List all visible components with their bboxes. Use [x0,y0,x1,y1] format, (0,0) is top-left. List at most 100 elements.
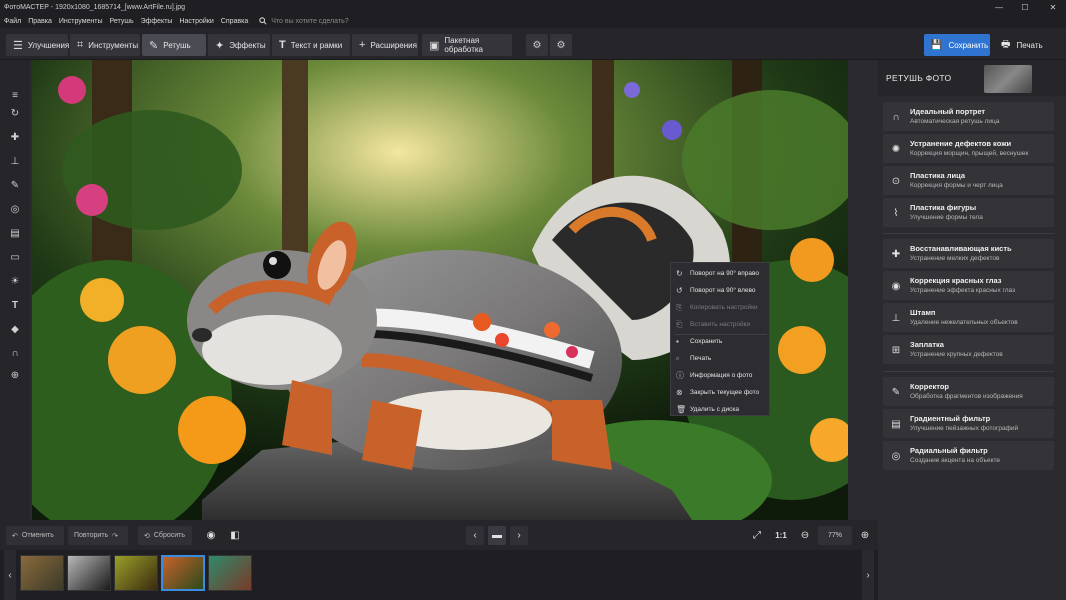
tab-extensions[interactable]: + Расширения [352,34,418,56]
next-photo-button[interactable]: › [510,526,528,545]
bandage-icon[interactable]: ✚ [6,128,24,146]
ctx-label: Вставить настройки [690,321,751,328]
ctx-save[interactable]: ▪ Сохранить [671,333,769,350]
target-icon[interactable]: ◎ [6,200,24,218]
tool-radial-filter[interactable]: ◎ Радиальный фильтр Создание акцента на … [883,441,1054,470]
ctx-print[interactable]: ▫ Печать [671,350,769,367]
tool-healing-brush[interactable]: ✚ Восстанавливающая кисть Устранение мел… [883,239,1054,268]
thumbnail-squirrel[interactable] [161,555,205,591]
tab-enhancements[interactable]: ☰ Улучшения [6,34,70,56]
fill-icon[interactable]: ◆ [6,320,24,338]
filmstrip-prev-button[interactable]: ‹ [4,550,16,600]
tool-subtitle: Устранение эффекта красных глаз [910,287,1016,294]
ratio-button[interactable]: 1:1 [772,526,790,545]
copy-icon: ⎘ [676,302,683,312]
print-icon: 🖶 [1001,38,1011,50]
print-button[interactable]: 🖶 Печать [995,34,1055,56]
tool-red-eye[interactable]: ◉ Коррекция красных глаз Устранение эффе… [883,271,1054,300]
window-title: ФотоМАСТЕР - 1920x1080_1685714_[www.ArtF… [4,3,186,11]
zoom-in-icon[interactable]: ⊕ [856,526,874,545]
tool-skin-defects[interactable]: ✺ Устранение дефектов кожи Коррекция мор… [883,134,1054,163]
text-icon[interactable]: T [6,296,24,314]
adjust-icon[interactable]: ⚙ [526,34,548,56]
tool-corrector[interactable]: ✎ Корректор Обработка фрагментов изображ… [883,377,1054,406]
stamp-icon: ⊥ [891,312,901,324]
ctx-label: Поворот на 90° влево [690,287,756,294]
zoom-value[interactable]: 77% [818,526,852,545]
ctx-delete[interactable]: 🗑 Удалить с диска [671,401,769,418]
plus-icon: + [359,39,366,51]
eye-icon[interactable]: ◉ [202,526,220,545]
menu-icon[interactable]: ≡ [6,86,24,104]
tool-stamp[interactable]: ⊥ Штамп Удаление нежелательных объектов [883,303,1054,332]
menu-help[interactable]: Справка [221,18,248,25]
menu-tools[interactable]: Инструменты [59,18,103,25]
folder-icon[interactable]: ▬ [488,526,506,545]
tool-face-plastic[interactable]: ⊙ Пластика лица Коррекция формы и черт л… [883,166,1054,195]
panel-title: РЕТУШЬ ФОТО [886,73,952,83]
menu-effects[interactable]: Эффекты [141,18,173,25]
reset-button[interactable]: ⟲ Сбросить [138,526,192,545]
ctx-rotate-left[interactable]: ↺ Поворот на 90° влево [671,282,769,299]
thumbnail-forest[interactable] [208,555,252,591]
tab-label: Улучшения [27,40,70,50]
tool-patch[interactable]: ⊞ Заплатка Устранение крупных дефектов [883,335,1054,364]
tool-figure-plastic[interactable]: ⌇ Пластика фигуры Улучшение формы тела [883,198,1054,227]
minimize-button[interactable]: — [988,0,1010,14]
close-button[interactable]: ✕ [1042,0,1064,14]
compare-icon[interactable]: ◧ [226,526,244,545]
ctx-close-photo[interactable]: ⊗ Закрыть текущее фото [671,384,769,401]
maximize-button[interactable]: ☐ [1014,0,1036,14]
globe-icon[interactable]: ⊕ [6,366,24,384]
magnet-icon[interactable]: ∩ [6,344,24,362]
sparkle-icon: ✦ [215,39,225,52]
thumbnail-tiger[interactable] [20,555,64,591]
tool-title: Градиентный фильтр [910,414,991,423]
fit-screen-icon[interactable]: ⤢ [748,526,766,545]
menu-settings[interactable]: Настройки [179,18,213,25]
save-button[interactable]: 💾 Сохранить [924,34,990,56]
tab-text-frames[interactable]: T Текст и рамки [272,34,350,56]
search-placeholder: Что вы хотите сделать? [271,17,349,25]
search-field[interactable]: Что вы хотите сделать? [259,17,349,25]
patch-icon: ⊞ [891,344,901,356]
tool-ideal-portrait[interactable]: ∩ Идеальный портрет Автоматическая ретуш… [883,102,1054,131]
search-icon [259,17,267,25]
tool-subtitle: Устранение мелких дефектов [910,255,1000,262]
tool-gradient-filter[interactable]: ▤ Градиентный фильтр Улучшение пейзажных… [883,409,1054,438]
sun-icon[interactable]: ☀ [6,272,24,290]
tool-subtitle: Улучшение пейзажных фотографий [910,425,1019,432]
brush-icon[interactable]: ✎ [6,176,24,194]
tab-effects[interactable]: ✦ Эффекты [208,34,270,56]
text-icon: T [279,39,286,51]
tab-batch[interactable]: ▣ Пакетная обработка [422,34,512,56]
tab-retouch[interactable]: ✎ Ретушь [142,34,206,56]
thumbnail-white-tiger[interactable] [67,555,111,591]
menu-file[interactable]: Файл [4,18,21,25]
prev-photo-button[interactable]: ‹ [466,526,484,545]
ctx-label: Поворот на 90° вправо [690,270,759,277]
rotate-icon[interactable]: ↻ [6,104,24,122]
tab-tools[interactable]: ⌗ Инструменты [70,34,140,56]
ctx-rotate-right[interactable]: ↻ Поворот на 90° вправо [671,265,769,282]
undo-button[interactable]: ↶ Отменить [6,526,64,545]
gradient-icon[interactable]: ▤ [6,224,24,242]
left-tool-strip: ≡ ↻ ✚ ⊥ ✎ ◎ ▤ ▭ ☀ T ◆ ∩ ⊕ [0,60,30,520]
settings-icon[interactable]: ⚙ [550,34,572,56]
tool-title: Устранение дефектов кожи [910,139,1012,148]
ctx-photo-info[interactable]: ⓘ Информация о фото [671,367,769,384]
brush-icon: ✎ [149,39,159,52]
save-icon: 💾 [930,39,943,51]
filmstrip-next-button[interactable]: › [862,550,874,600]
stamp-icon[interactable]: ⊥ [6,152,24,170]
tool-subtitle: Улучшение формы тела [910,214,983,221]
redo-button[interactable]: Повторить ↷ [68,526,128,545]
zoom-out-icon[interactable]: ⊖ [796,526,814,545]
tab-label: Эффекты [229,40,266,50]
frame-icon[interactable]: ▭ [6,248,24,266]
thumbnail-birds[interactable] [114,555,158,591]
rotate-left-icon: ↺ [676,286,683,295]
face-icon: ⊙ [891,175,901,187]
menu-edit[interactable]: Правка [28,18,52,25]
menu-retouch[interactable]: Ретушь [110,18,134,25]
